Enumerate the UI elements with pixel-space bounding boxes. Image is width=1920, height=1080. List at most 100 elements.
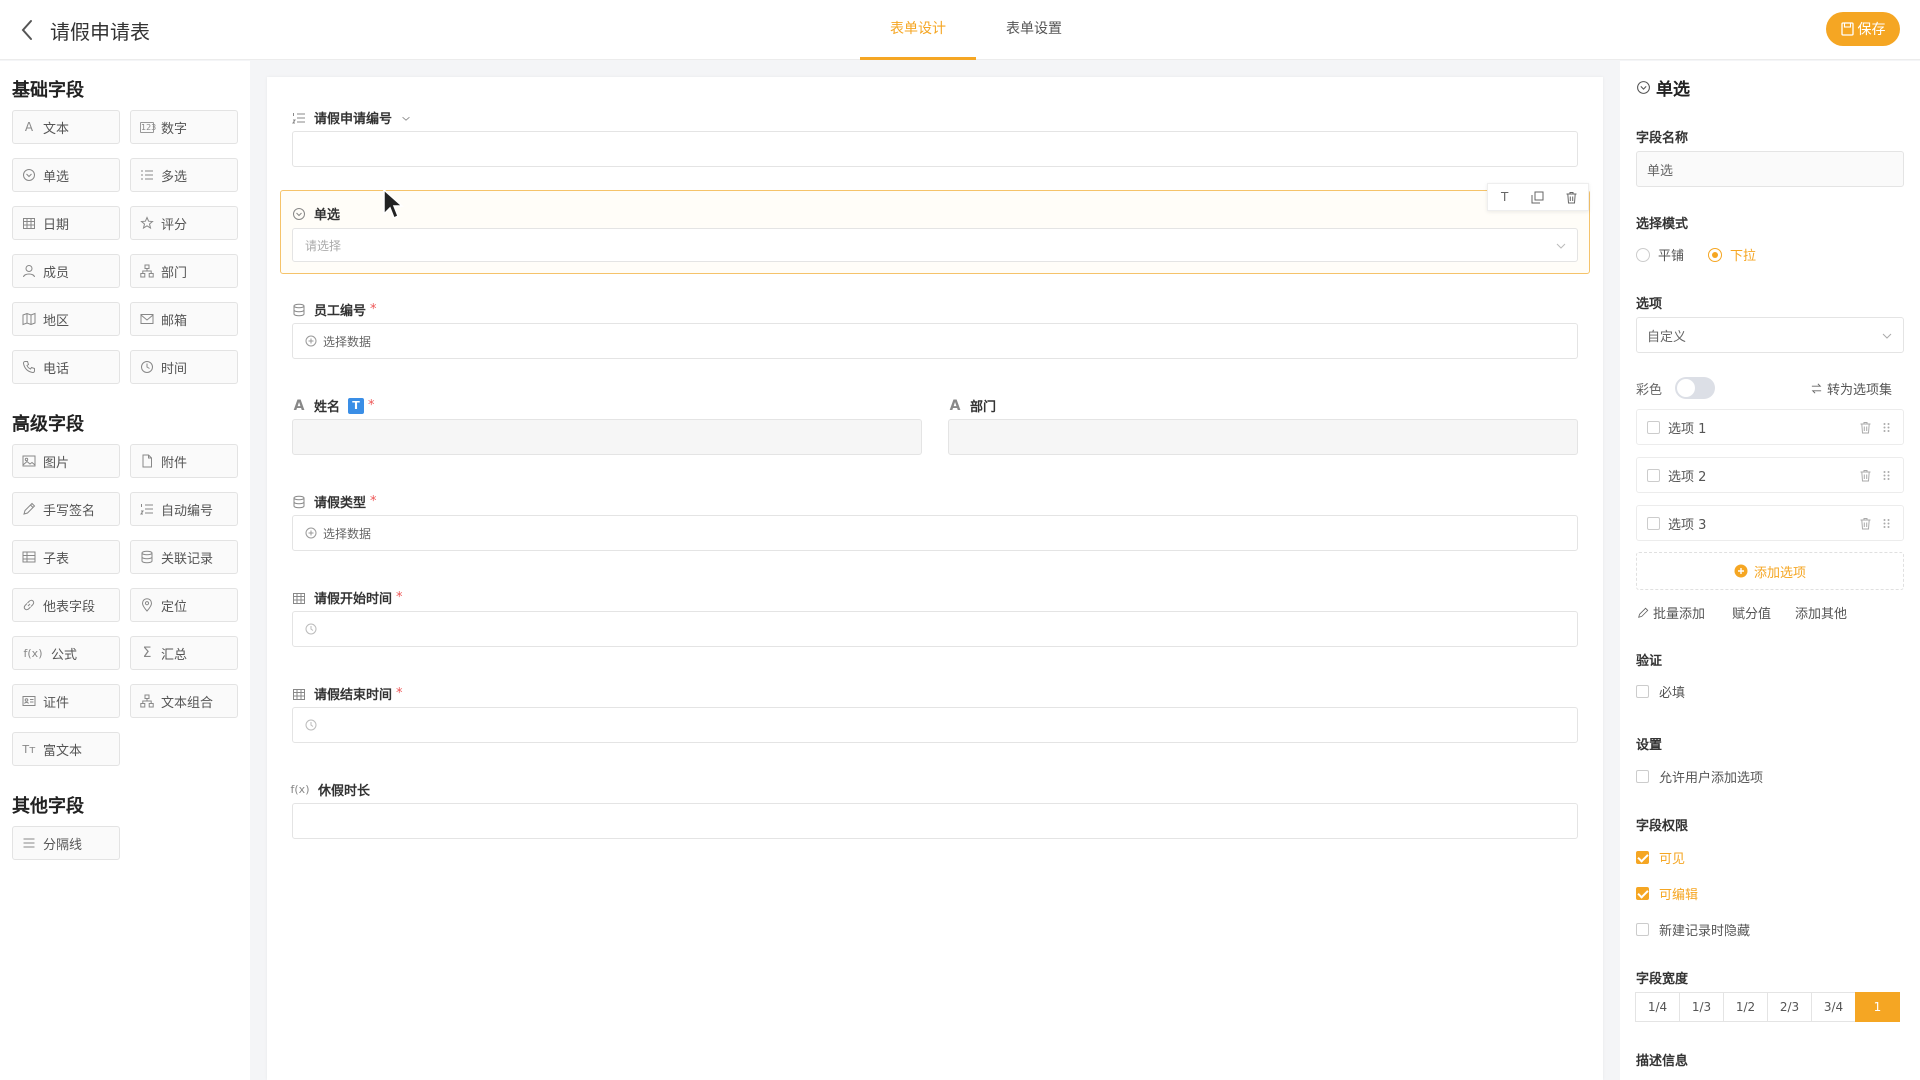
duration-input[interactable] — [292, 803, 1578, 839]
drag-handle-icon[interactable] — [1880, 421, 1893, 434]
color-label: 彩色 — [1636, 383, 1663, 398]
allow-user-add-checkbox[interactable]: 允许用户添加选项 — [1636, 767, 1763, 786]
palette-item-rich-text[interactable]: Tт 富文本 — [12, 732, 120, 766]
mode-tile-radio[interactable]: 平铺 — [1636, 245, 1684, 264]
palette-item-image[interactable]: 图片 — [12, 444, 120, 478]
required-checkbox[interactable]: 必填 — [1636, 682, 1685, 701]
palette-item-id-card[interactable]: 证件 — [12, 684, 120, 718]
convert-to-option-set-link[interactable]: 转为选项集 — [1810, 379, 1892, 398]
field-label-leave-no: 请假申请编号 — [292, 108, 412, 127]
palette-item-rating[interactable]: 评分 — [130, 206, 238, 240]
radio-icon — [293, 207, 305, 220]
phone-icon — [22, 361, 35, 374]
advanced-fields-title: 高级字段 — [12, 414, 84, 435]
name-input[interactable] — [292, 419, 922, 455]
tab-form-settings[interactable]: 表单设置 — [976, 0, 1092, 60]
swap-icon — [1811, 383, 1822, 394]
mouse-cursor-icon — [383, 188, 404, 220]
back-icon[interactable] — [16, 16, 40, 44]
chevron-down-icon[interactable] — [400, 111, 412, 125]
palette-item-member[interactable]: 成员 — [12, 254, 120, 288]
plus-circle-icon — [305, 335, 317, 347]
palette-item-radio[interactable]: 单选 — [12, 158, 120, 192]
palette-item-auto-number[interactable]: 自动编号 — [130, 492, 238, 526]
leave-no-input[interactable] — [292, 131, 1578, 167]
delete-icon[interactable] — [1859, 469, 1872, 482]
options-source-select[interactable]: 自定义 — [1636, 317, 1904, 353]
palette-item-location[interactable]: 定位 — [130, 588, 238, 622]
option-checkbox[interactable] — [1647, 420, 1660, 434]
dept-input[interactable] — [948, 419, 1578, 455]
single-select-dropdown[interactable]: 请选择 — [292, 228, 1578, 262]
palette-item-department[interactable]: 部门 — [130, 254, 238, 288]
assign-value-link[interactable]: 赋分值 — [1732, 603, 1771, 622]
chevron-down-icon — [1882, 333, 1892, 339]
palette-item-region[interactable]: 地区 — [12, 302, 120, 336]
user-icon — [23, 265, 35, 278]
palette-item-attachment[interactable]: 附件 — [130, 444, 238, 478]
palette-item-summary[interactable]: Σ 汇总 — [130, 636, 238, 670]
file-icon — [142, 454, 152, 468]
batch-add-link[interactable]: 批量添加 — [1637, 603, 1705, 622]
palette-item-number[interactable]: 123 数字 — [130, 110, 238, 144]
option-checkbox[interactable] — [1647, 468, 1660, 482]
sigma-icon: Σ — [142, 645, 152, 661]
calendar-icon — [293, 688, 305, 700]
palette-item-related-record[interactable]: 关联记录 — [130, 540, 238, 574]
map-icon — [22, 312, 36, 326]
perm-visible-checkbox[interactable]: 可见 — [1636, 848, 1685, 867]
number-icon: 123 — [140, 121, 157, 133]
tab-form-design[interactable]: 表单设计 — [860, 0, 976, 60]
delete-icon[interactable] — [1859, 517, 1872, 530]
text-format-icon[interactable]: T — [1498, 190, 1512, 204]
palette-item-email[interactable]: 邮箱 — [130, 302, 238, 336]
add-option-button[interactable]: 添加选项 — [1636, 552, 1904, 590]
text-icon: A — [949, 397, 961, 414]
text-badge: T — [348, 397, 365, 414]
palette-item-text[interactable]: A 文本 — [12, 110, 120, 144]
palette-item-date[interactable]: 日期 — [12, 206, 120, 240]
color-toggle[interactable] — [1675, 377, 1715, 399]
width-option-full[interactable]: 1 — [1855, 992, 1900, 1022]
perm-editable-checkbox[interactable]: 可编辑 — [1636, 884, 1698, 903]
drag-handle-icon[interactable] — [1880, 517, 1893, 530]
text-icon: A — [293, 397, 305, 414]
palette-item-time[interactable]: 时间 — [130, 350, 238, 384]
palette-item-other-table-field[interactable]: 他表字段 — [12, 588, 120, 622]
option-checkbox[interactable] — [1647, 516, 1660, 530]
start-time-picker[interactable] — [292, 611, 1578, 647]
drag-handle-icon[interactable] — [1880, 469, 1893, 482]
mode-dropdown-radio[interactable]: 下拉 — [1708, 245, 1756, 264]
palette-item-subtable[interactable]: 子表 — [12, 540, 120, 574]
field-name-input[interactable]: 单选 — [1636, 151, 1904, 187]
palette-item-divider[interactable]: 分隔线 — [12, 826, 120, 860]
plus-circle-icon — [305, 527, 317, 539]
width-option-1-4[interactable]: 1/4 — [1635, 992, 1680, 1022]
leave-type-select-data[interactable]: 选择数据 — [292, 515, 1578, 551]
width-option-3-4[interactable]: 3/4 — [1811, 992, 1856, 1022]
database-icon — [141, 550, 153, 564]
save-label: 保存 — [1857, 22, 1886, 38]
width-option-2-3[interactable]: 2/3 — [1767, 992, 1812, 1022]
emp-no-select-data[interactable]: 选择数据 — [292, 323, 1578, 359]
palette-item-signature[interactable]: 手写签名 — [12, 492, 120, 526]
palette-item-phone[interactable]: 电话 — [12, 350, 120, 384]
width-option-1-2[interactable]: 1/2 — [1723, 992, 1768, 1022]
palette-item-formula[interactable]: f(x) 公式 — [12, 636, 120, 670]
field-label-single: 单选 — [292, 204, 340, 223]
delete-icon[interactable] — [1564, 190, 1578, 204]
field-label-emp-no: 员工编号 * — [292, 300, 377, 319]
option-row[interactable]: 选项 1 — [1636, 409, 1904, 445]
palette-item-checkbox[interactable]: 多选 — [130, 158, 238, 192]
delete-icon[interactable] — [1859, 421, 1872, 434]
end-time-picker[interactable] — [292, 707, 1578, 743]
option-row[interactable]: 选项 3 — [1636, 505, 1904, 541]
image-icon — [22, 455, 36, 467]
perm-hide-on-new-checkbox[interactable]: 新建记录时隐藏 — [1636, 920, 1750, 939]
option-row[interactable]: 选项 2 — [1636, 457, 1904, 493]
add-other-link[interactable]: 添加其他 — [1795, 603, 1847, 622]
width-option-1-3[interactable]: 1/3 — [1679, 992, 1724, 1022]
save-button[interactable]: 保存 — [1826, 12, 1900, 46]
palette-item-text-combo[interactable]: 文本组合 — [130, 684, 238, 718]
copy-icon[interactable] — [1531, 190, 1545, 204]
